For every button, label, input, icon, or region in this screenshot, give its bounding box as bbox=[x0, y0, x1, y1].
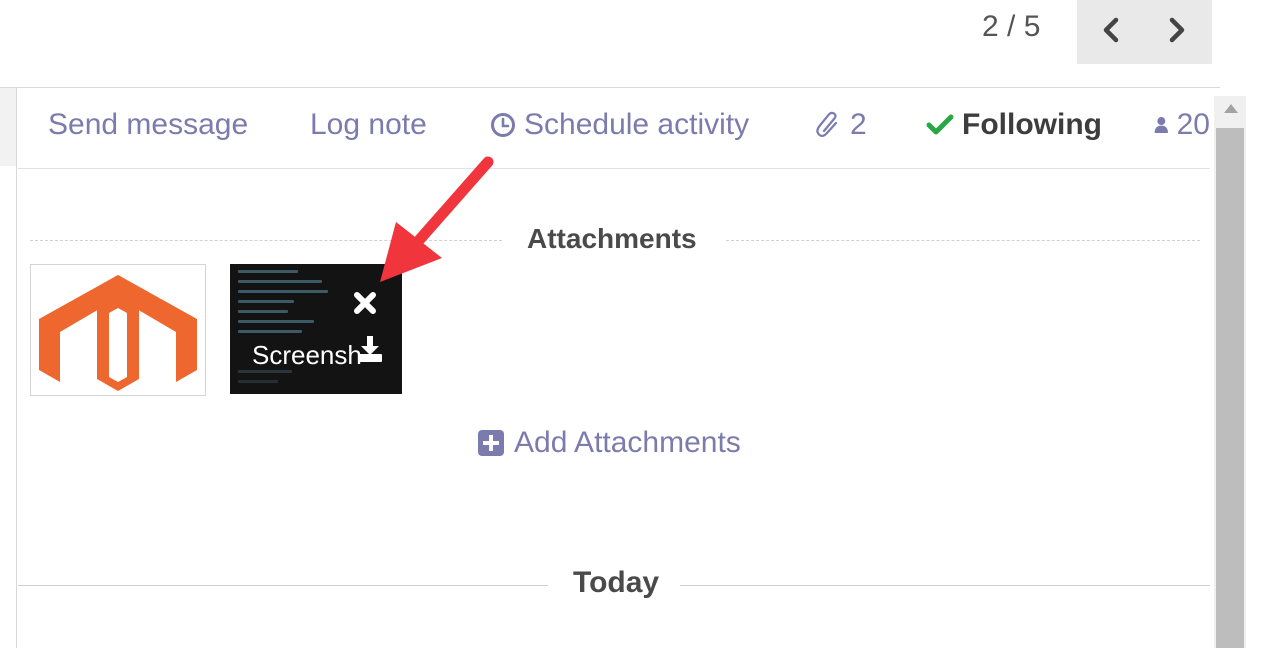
pager-previous-button[interactable] bbox=[1091, 10, 1131, 50]
following-button[interactable]: Following bbox=[926, 108, 1102, 142]
following-label: Following bbox=[962, 108, 1102, 141]
chevron-right-icon bbox=[1169, 17, 1185, 43]
attachment-name: Screensh bbox=[252, 340, 362, 370]
followers-count: 20 bbox=[1176, 108, 1210, 141]
form-sheet-edge bbox=[0, 88, 17, 648]
attachment-thumbnail-logo[interactable] bbox=[30, 264, 206, 396]
chatter-topbar: Send message Log note Schedule activity … bbox=[18, 88, 1210, 169]
plus-square-icon bbox=[478, 430, 504, 456]
magento-logo-mark bbox=[39, 275, 197, 391]
add-attachments-label: Add Attachments bbox=[514, 426, 741, 459]
date-separator-left bbox=[18, 585, 548, 586]
pager-nav bbox=[1077, 0, 1212, 64]
date-separator-label: Today bbox=[573, 566, 660, 599]
date-separator-right bbox=[680, 585, 1210, 586]
scrollbar-thumb[interactable] bbox=[1216, 128, 1244, 648]
send-message-label: Send message bbox=[48, 108, 249, 141]
log-note-button[interactable]: Log note bbox=[310, 108, 427, 142]
check-icon bbox=[926, 114, 954, 135]
download-attachment-button[interactable] bbox=[356, 334, 384, 369]
annotation-arrow-icon bbox=[380, 156, 494, 282]
chevron-left-icon bbox=[1103, 17, 1119, 43]
close-icon bbox=[354, 292, 376, 314]
vertical-scrollbar[interactable] bbox=[1214, 96, 1246, 648]
download-icon bbox=[358, 336, 382, 362]
send-message-button[interactable]: Send message bbox=[48, 108, 248, 142]
attachment-count-button[interactable]: 2 bbox=[816, 108, 867, 142]
user-icon bbox=[1154, 117, 1168, 133]
attachments-section-title: Attachments bbox=[527, 223, 697, 254]
attachment-count: 2 bbox=[850, 108, 867, 141]
scroll-up-arrow-icon[interactable] bbox=[1224, 104, 1238, 113]
schedule-activity-label: Schedule activity bbox=[524, 108, 750, 141]
pager-counter: 2 / 5 bbox=[982, 10, 1041, 43]
followers-button[interactable]: 20 bbox=[1154, 108, 1210, 142]
delete-attachment-button[interactable] bbox=[350, 288, 380, 323]
clock-icon bbox=[491, 113, 515, 137]
attachments-separator-right bbox=[726, 240, 1200, 241]
log-note-label: Log note bbox=[310, 108, 427, 141]
schedule-activity-button[interactable]: Schedule activity bbox=[490, 108, 749, 142]
paperclip-icon bbox=[816, 111, 838, 138]
pager-next-button[interactable] bbox=[1157, 10, 1197, 50]
add-attachments-button[interactable]: Add Attachments bbox=[478, 426, 741, 460]
